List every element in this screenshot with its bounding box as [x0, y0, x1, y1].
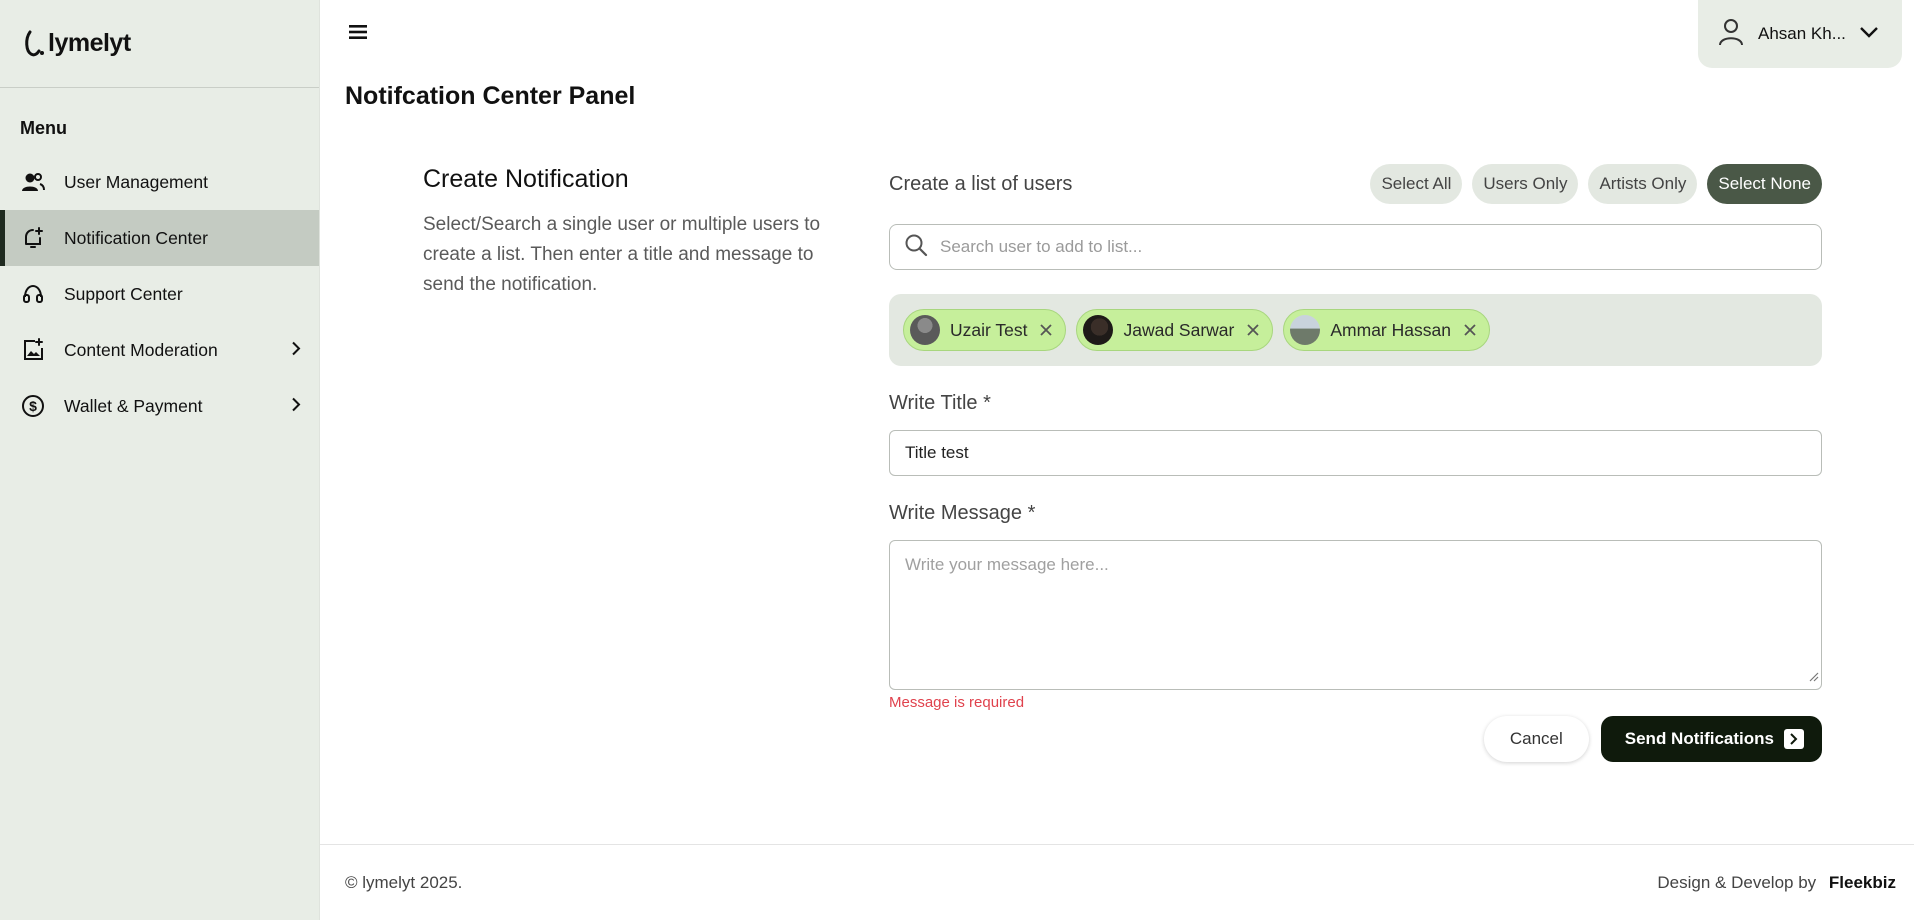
users-icon: [20, 169, 46, 195]
user-list-label: Create a list of users: [889, 172, 1073, 195]
title-field-wrapper: [889, 430, 1822, 476]
chevron-right-icon: [291, 340, 301, 361]
sidebar-item-label: Wallet & Payment: [64, 395, 203, 416]
hamburger-menu-icon[interactable]: [348, 22, 370, 44]
resize-handle-icon[interactable]: [1809, 669, 1819, 687]
users-only-button[interactable]: Users Only: [1472, 164, 1579, 204]
sidebar: lymelyt Menu User Management Notificatio…: [0, 0, 320, 920]
search-icon: [904, 233, 928, 262]
sidebar-item-notification-center[interactable]: Notification Center: [0, 210, 319, 266]
footer: © lymelyt 2025. Design & Develop by Flee…: [320, 844, 1914, 920]
user-menu[interactable]: Ahsan Kh...: [1698, 0, 1902, 68]
user-chip-name: Jawad Sarwar: [1123, 319, 1235, 340]
svg-text:$: $: [29, 398, 37, 414]
user-chip-name: Uzair Test: [950, 319, 1028, 340]
logo-text: lymelyt: [48, 29, 131, 57]
chevron-down-icon: [1860, 25, 1878, 43]
filter-group: Select All Users Only Artists Only Selec…: [1370, 164, 1822, 204]
title-label: Write Title *: [889, 392, 991, 414]
avatar: [1290, 315, 1321, 345]
title-input[interactable]: [905, 443, 1805, 463]
section-description: Select/Search a single user or multiple …: [423, 214, 821, 295]
page-title: Notifcation Center Panel: [345, 82, 636, 110]
artists-only-button[interactable]: Artists Only: [1588, 164, 1698, 204]
close-icon[interactable]: [1463, 323, 1477, 337]
sidebar-item-label: Support Center: [64, 283, 183, 304]
sidebar-item-support-center[interactable]: Support Center: [0, 266, 319, 322]
credit: Design & Develop by Fleekbiz: [1657, 873, 1896, 893]
logo-icon: [25, 30, 44, 56]
menu-label: Menu: [20, 118, 67, 138]
sidebar-item-wallet-payment[interactable]: $ Wallet & Payment: [0, 378, 319, 434]
user-search-box: [889, 224, 1822, 270]
chevron-right-icon: [1784, 729, 1804, 749]
user-chip-name: Ammar Hassan: [1330, 319, 1451, 340]
section-heading: Create Notification: [423, 165, 629, 193]
logo[interactable]: lymelyt: [0, 0, 319, 88]
close-icon[interactable]: [1039, 323, 1053, 337]
dollar-circle-icon: $: [20, 393, 46, 419]
image-plus-icon: [20, 337, 46, 363]
selected-users-list: Uzair Test Jawad Sarwar Ammar Hassan: [889, 294, 1822, 366]
user-name: Ahsan Kh...: [1758, 24, 1846, 43]
message-error: Message is required: [889, 694, 1025, 711]
select-all-button[interactable]: Select All: [1370, 164, 1463, 204]
cancel-button[interactable]: Cancel: [1483, 716, 1589, 762]
send-notifications-button[interactable]: Send Notifications: [1600, 716, 1822, 762]
credit-prefix: Design & Develop by: [1657, 872, 1817, 892]
user-chip: Ammar Hassan: [1283, 309, 1490, 351]
chevron-right-icon: [291, 396, 301, 417]
headset-icon: [20, 281, 46, 307]
message-label: Write Message *: [889, 502, 1036, 524]
sidebar-item-label: User Management: [64, 171, 208, 192]
credit-brand-link[interactable]: Fleekbiz: [1829, 873, 1896, 892]
intro-section: Create Notification Select/Search a sing…: [423, 165, 843, 300]
sidebar-item-user-management[interactable]: User Management: [0, 154, 319, 210]
notification-form: Create a list of users Select All Users …: [889, 164, 1822, 762]
select-none-button[interactable]: Select None: [1707, 164, 1822, 204]
avatar: [1083, 315, 1114, 345]
message-textarea[interactable]: [905, 555, 1806, 675]
user-chip: Uzair Test: [903, 309, 1067, 351]
sidebar-item-label: Notification Center: [64, 227, 208, 248]
user-chip: Jawad Sarwar: [1076, 309, 1274, 351]
user-avatar-icon: [1718, 18, 1744, 51]
message-field-wrapper: [889, 540, 1822, 690]
sidebar-item-content-moderation[interactable]: Content Moderation: [0, 322, 319, 378]
avatar: [910, 315, 940, 345]
close-icon[interactable]: [1246, 323, 1260, 337]
send-button-label: Send Notifications: [1624, 729, 1774, 748]
user-search-input[interactable]: [940, 237, 1800, 257]
copyright-text: © lymelyt 2025.: [345, 872, 463, 892]
sidebar-item-label: Content Moderation: [64, 339, 218, 360]
bell-plus-icon: [20, 225, 46, 251]
